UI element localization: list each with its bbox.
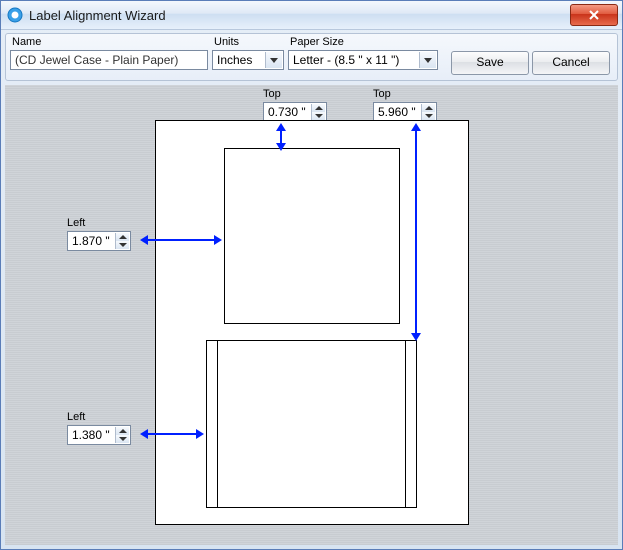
left1-arrow [140, 232, 222, 248]
left1-value: 1.870 " [72, 234, 110, 248]
left2-arrow [140, 426, 204, 442]
spinner-down-icon[interactable] [421, 112, 435, 120]
chevron-down-icon [265, 52, 282, 68]
label-back [206, 340, 417, 508]
left2-spinner[interactable]: 1.380 " [67, 425, 131, 445]
cancel-button[interactable]: Cancel [532, 51, 610, 75]
units-value: Inches [217, 53, 252, 67]
preview-canvas: Top 0.730 " Top 5.960 " Left 1.870 " Lef… [5, 85, 618, 545]
spinner-down-icon[interactable] [115, 435, 129, 443]
window-title: Label Alignment Wizard [29, 8, 570, 23]
spinner-up-icon[interactable] [421, 104, 435, 112]
papersize-select[interactable]: Letter - (8.5 " x 11 ") [288, 50, 438, 70]
top1-label: Top [263, 88, 327, 100]
top2-spinner[interactable]: 5.960 " [373, 102, 437, 122]
spinner-up-icon[interactable] [115, 233, 129, 241]
left1-spinner[interactable]: 1.870 " [67, 231, 131, 251]
left2-label: Left [67, 411, 131, 423]
papersize-value: Letter - (8.5 " x 11 ") [293, 53, 399, 67]
top2-value: 5.960 " [378, 105, 416, 119]
label-back-spine-left [206, 340, 218, 508]
top2-arrow [408, 123, 424, 341]
spinner-down-icon[interactable] [115, 241, 129, 249]
wizard-window: Label Alignment Wizard Name (CD Jewel Ca… [0, 0, 623, 550]
close-button[interactable] [570, 4, 618, 26]
spinner-up-icon[interactable] [115, 427, 129, 435]
top2-label: Top [373, 88, 437, 100]
spinner-down-icon[interactable] [311, 112, 325, 120]
top1-spinner[interactable]: 0.730 " [263, 102, 327, 122]
save-button[interactable]: Save [451, 51, 529, 75]
close-icon [589, 10, 599, 20]
chevron-down-icon [419, 52, 436, 68]
top1-value: 0.730 " [268, 105, 306, 119]
left1-label: Left [67, 217, 131, 229]
papersize-label: Paper Size [288, 36, 438, 50]
toolbar: Name (CD Jewel Case - Plain Paper) Units… [5, 33, 618, 81]
name-field[interactable]: (CD Jewel Case - Plain Paper) [10, 50, 208, 70]
label-back-spine-right [405, 340, 417, 508]
top1-arrow [273, 123, 289, 151]
label-front [224, 148, 400, 324]
units-select[interactable]: Inches [212, 50, 284, 70]
app-icon [7, 7, 23, 23]
spinner-up-icon[interactable] [311, 104, 325, 112]
titlebar: Label Alignment Wizard [1, 1, 622, 30]
name-label: Name [10, 36, 208, 50]
left2-value: 1.380 " [72, 428, 110, 442]
units-label: Units [212, 36, 284, 50]
name-value: (CD Jewel Case - Plain Paper) [15, 53, 178, 67]
